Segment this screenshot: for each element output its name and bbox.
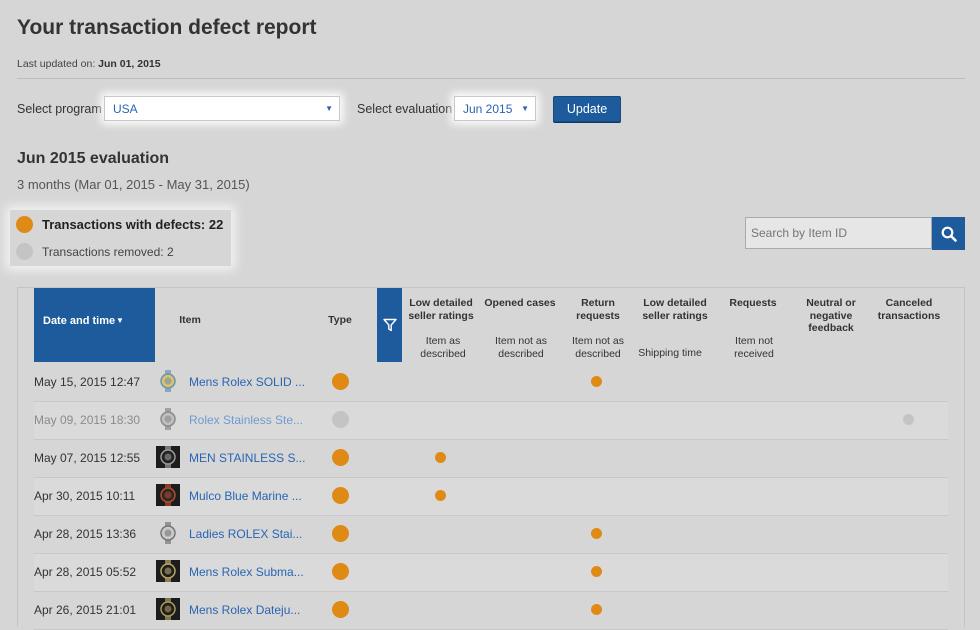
watch-thumbnail-icon [156,598,180,620]
legend-defects-label: Transactions with defects: 22 [42,217,224,232]
column-subheader-opened-cases: Item not as described [495,335,547,360]
type-status-dot-icon [332,525,349,542]
row-item-link[interactable]: Mens Rolex Subma... [189,565,304,579]
type-status-dot-icon [332,449,349,466]
row-item-link[interactable]: Mens Rolex SOLID ... [189,375,305,389]
defect-marker-dot-icon [591,566,602,577]
page-title: Your transaction defect report [17,16,317,39]
row-divider [34,439,948,440]
last-updated-label: Last updated on: [17,58,96,70]
filter-button[interactable] [377,288,402,362]
column-header-return-requests[interactable]: Return requests [562,297,634,322]
program-select[interactable]: USA ▼ [104,96,340,121]
column-header-low-ratings-described[interactable]: Low detailed seller ratings [404,297,478,322]
row-date: Apr 28, 2015 13:36 [34,527,137,541]
watch-thumbnail-icon [156,560,180,582]
evaluation-title: Jun 2015 evaluation [17,150,170,167]
watch-thumbnail-icon [160,370,176,392]
chevron-down-icon: ▼ [325,104,333,113]
defect-marker-dot-icon [903,414,914,425]
column-header-date[interactable]: Date and time ▼ [34,288,155,362]
last-updated-value: Jun 01, 2015 [98,58,161,70]
row-date: Apr 26, 2015 21:01 [34,603,137,617]
column-subheader-low-ratings-shipping: Shipping time [638,347,702,359]
type-status-dot-icon [332,373,349,390]
defect-dot-icon [16,216,33,233]
row-item-link[interactable]: Mulco Blue Marine ... [189,489,302,503]
row-item-link[interactable]: Rolex Stainless Ste... [189,413,303,427]
column-subheader-requests: Item not received [734,335,774,360]
evaluation-range: 3 months (Mar 01, 2015 - May 31, 2015) [17,177,250,192]
watch-thumbnail-icon [156,484,180,506]
last-updated: Last updated on: Jun 01, 2015 [17,58,161,70]
legend-removed-label: Transactions removed: 2 [42,244,174,259]
row-item-link[interactable]: Ladies ROLEX Stai... [189,527,302,541]
evaluation-label: Select evaluation [357,102,453,116]
chevron-down-icon: ▼ [521,104,529,113]
column-header-low-ratings-shipping[interactable]: Low detailed seller ratings [638,297,712,322]
row-date: Apr 30, 2015 10:11 [34,489,136,503]
column-subheader-low-ratings-described: Item as described [420,335,466,360]
type-status-dot-icon [332,563,349,580]
column-header-item[interactable]: Item [170,314,210,327]
row-date: May 09, 2015 18:30 [34,413,141,427]
watch-thumbnail-icon [156,446,180,468]
sort-caret-down-icon: ▼ [116,316,124,325]
row-date: May 15, 2015 12:47 [34,375,141,389]
type-status-dot-icon [332,487,349,504]
column-header-requests[interactable]: Requests [720,297,786,310]
legend-defects: Transactions with defects: 22 [16,216,223,233]
watch-thumbnail-icon [160,408,176,430]
search-input[interactable] [745,217,932,249]
defect-marker-dot-icon [591,376,602,387]
row-item-link[interactable]: Mens Rolex Dateju... [189,603,300,617]
evaluation-select-value: Jun 2015 [463,102,513,116]
defect-marker-dot-icon [435,490,446,501]
column-subheader-return-requests: Item not as described [572,335,624,360]
row-divider [34,591,948,592]
defect-marker-dot-icon [591,528,602,539]
legend: Transactions with defects: 22 Transactio… [10,210,231,266]
search-button[interactable] [932,217,965,250]
row-item-link[interactable]: MEN STAINLESS S... [189,451,305,465]
column-header-opened-cases[interactable]: Opened cases [482,297,558,310]
row-date: Apr 28, 2015 05:52 [34,565,137,579]
program-label: Select program [17,102,102,116]
legend-removed: Transactions removed: 2 [16,243,174,260]
filter-icon [382,318,397,332]
program-select-value: USA [113,102,138,116]
header-divider [17,78,965,79]
search-icon [941,226,957,242]
column-header-canceled[interactable]: Canceled transactions [872,297,946,322]
row-date: May 07, 2015 12:55 [34,451,141,465]
evaluation-select[interactable]: Jun 2015 ▼ [454,96,536,121]
row-divider [34,515,948,516]
column-header-type[interactable]: Type [320,314,360,327]
defect-marker-dot-icon [435,452,446,463]
watch-thumbnail-icon [160,522,176,544]
column-header-neutral-feedback[interactable]: Neutral or negative feedback [796,297,866,335]
update-button[interactable]: Update [553,96,621,122]
column-header-date-label: Date and time [43,315,116,327]
type-status-dot-icon [332,411,349,428]
removed-dot-icon [16,243,33,260]
